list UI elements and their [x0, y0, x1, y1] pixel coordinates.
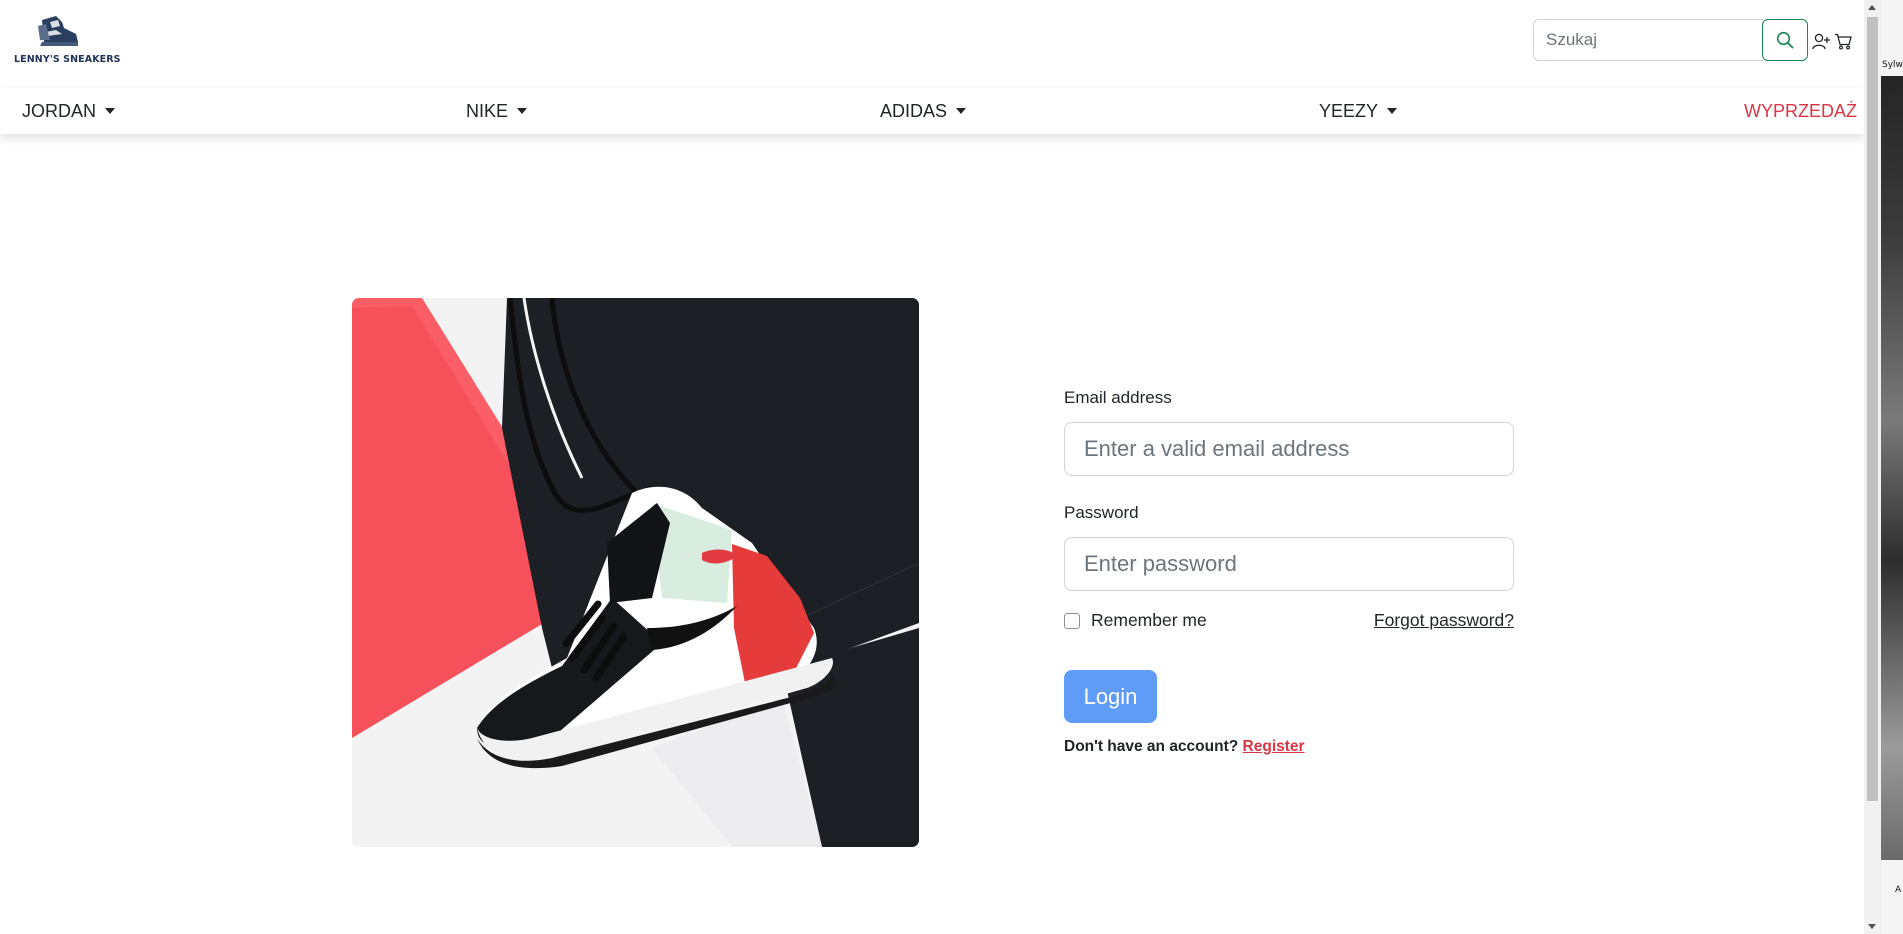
- password-label: Password: [1064, 503, 1139, 522]
- nav-adidas-label: ADIDAS: [880, 101, 948, 121]
- person-plus-icon: [1811, 33, 1830, 49]
- scrollbar[interactable]: [1864, 0, 1881, 934]
- register-prompt: Don't have an account?: [1064, 738, 1239, 755]
- nav-nike-label: NIKE: [466, 101, 509, 121]
- nav-yeezy[interactable]: YEEZY: [1319, 101, 1398, 122]
- remember-label[interactable]: Remember me: [1091, 610, 1207, 631]
- cart-icon: [1835, 33, 1852, 50]
- strip-top-text: Sylw: [1882, 60, 1903, 70]
- scroll-down-icon[interactable]: [1868, 924, 1876, 929]
- password-field[interactable]: [1064, 537, 1514, 591]
- login-button[interactable]: Login: [1064, 670, 1157, 723]
- register-link[interactable]: Register: [1243, 738, 1305, 755]
- remember-checkbox[interactable]: [1064, 613, 1080, 629]
- caret-down-icon: [105, 108, 116, 114]
- email-field[interactable]: [1064, 422, 1514, 476]
- category-nav: JORDAN NIKE ADIDAS YEEZY WYPRZEDAŻ: [0, 88, 1864, 134]
- sneaker-logo-icon: [38, 16, 78, 46]
- adjacent-window-strip: Sylw A: [1881, 0, 1903, 934]
- cart-button[interactable]: [1833, 31, 1853, 51]
- nav-yeezy-label: YEEZY: [1319, 101, 1379, 121]
- search-button[interactable]: [1762, 19, 1808, 61]
- logo-text: LENNY'S SNEAKERS: [14, 54, 121, 65]
- scroll-thumb[interactable]: [1867, 17, 1878, 801]
- scroll-up-icon[interactable]: [1868, 5, 1876, 10]
- caret-down-icon: [517, 108, 528, 114]
- nav-jordan[interactable]: JORDAN: [22, 101, 116, 122]
- register-row: Don't have an account? Register: [1064, 738, 1305, 756]
- nav-sale[interactable]: WYPRZEDAŻ: [1744, 101, 1857, 122]
- email-label: Email address: [1064, 388, 1172, 407]
- account-button[interactable]: [1811, 31, 1831, 51]
- search-icon: [1776, 31, 1794, 49]
- hero-sneaker-image: [352, 298, 919, 847]
- logo[interactable]: LENNY'S SNEAKERS: [14, 14, 121, 68]
- strip-bottom-text: A: [1895, 885, 1902, 895]
- header: LENNY'S SNEAKERS: [0, 0, 1864, 88]
- search-input[interactable]: [1533, 19, 1763, 61]
- strip-panel: [1881, 860, 1903, 934]
- nav-nike[interactable]: NIKE: [466, 101, 528, 122]
- caret-down-icon: [1387, 108, 1398, 114]
- nav-sale-label: WYPRZEDAŻ: [1744, 101, 1858, 121]
- sneaker-photo: [352, 298, 919, 847]
- nav-jordan-label: JORDAN: [22, 101, 97, 121]
- caret-down-icon: [956, 108, 967, 114]
- forgot-password-link[interactable]: Forgot password?: [1374, 610, 1514, 631]
- nav-adidas[interactable]: ADIDAS: [880, 101, 967, 122]
- remember-row: Remember me Forgot password?: [1064, 610, 1514, 634]
